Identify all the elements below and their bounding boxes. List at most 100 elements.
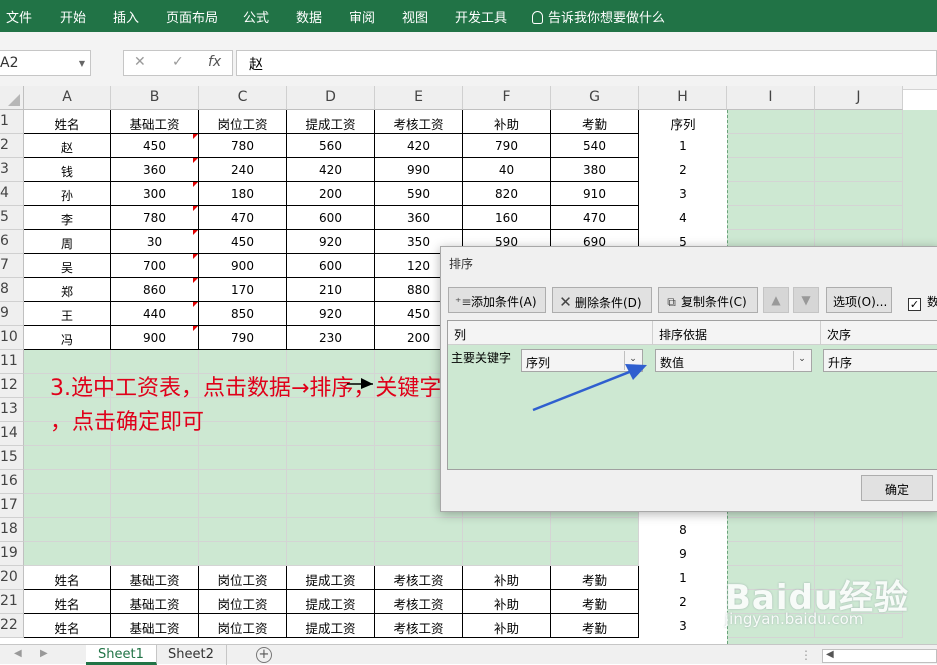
table-cell[interactable] xyxy=(727,110,815,134)
table-cell[interactable]: 450 xyxy=(199,230,287,254)
table-cell[interactable] xyxy=(111,542,199,566)
sequence-cell[interactable]: 2 xyxy=(639,158,727,182)
table-cell[interactable]: 基础工资 xyxy=(111,590,199,614)
table-cell[interactable] xyxy=(24,494,111,518)
tab-file[interactable]: 文件 xyxy=(6,7,32,26)
table-cell[interactable]: 考核工资 xyxy=(375,614,463,638)
table-cell[interactable]: 900 xyxy=(111,326,199,350)
table-cell[interactable]: 700 xyxy=(111,254,199,278)
table-cell[interactable]: 岗位工资 xyxy=(199,590,287,614)
sequence-cell[interactable]: 3 xyxy=(639,182,727,206)
table-cell[interactable]: 提成工资 xyxy=(287,566,375,590)
tab-insert[interactable]: 插入 xyxy=(113,7,139,26)
column-header-a[interactable]: A xyxy=(24,86,111,110)
table-cell[interactable] xyxy=(287,350,375,374)
table-cell[interactable] xyxy=(199,542,287,566)
enter-icon[interactable]: ✓ xyxy=(172,54,184,70)
tab-split-handle-icon[interactable]: ⋮ xyxy=(800,648,812,662)
table-cell[interactable]: 考勤 xyxy=(551,614,639,638)
column-header-b[interactable]: B xyxy=(111,86,199,110)
table-cell[interactable] xyxy=(111,446,199,470)
table-cell[interactable]: 920 xyxy=(287,302,375,326)
table-cell[interactable] xyxy=(111,470,199,494)
row-header[interactable]: 14 xyxy=(0,422,24,446)
table-cell[interactable]: 钱 xyxy=(24,158,111,182)
table-cell[interactable] xyxy=(287,518,375,542)
table-cell[interactable]: 920 xyxy=(287,230,375,254)
row-header[interactable]: 6 xyxy=(0,230,24,254)
table-cell[interactable]: 790 xyxy=(463,134,551,158)
table-cell[interactable]: 420 xyxy=(375,134,463,158)
sequence-cell[interactable]: 1 xyxy=(639,566,727,590)
tab-developer[interactable]: 开发工具 xyxy=(455,7,507,26)
table-cell[interactable]: 补助 xyxy=(463,566,551,590)
row-header[interactable]: 19 xyxy=(0,542,24,566)
table-cell[interactable] xyxy=(24,518,111,542)
row-header[interactable]: 16 xyxy=(0,470,24,494)
copy-level-button[interactable]: ⧉ 复制条件(C) xyxy=(658,287,758,313)
row-header[interactable]: 22 xyxy=(0,614,24,638)
table-cell[interactable]: 900 xyxy=(199,254,287,278)
sequence-cell[interactable]: 1 xyxy=(639,134,727,158)
cancel-icon[interactable]: ✕ xyxy=(134,54,146,70)
order-select[interactable]: 升序 xyxy=(823,349,937,372)
add-sheet-icon[interactable]: + xyxy=(256,647,272,663)
table-cell[interactable]: 440 xyxy=(111,302,199,326)
table-cell[interactable]: 岗位工资 xyxy=(199,566,287,590)
table-cell[interactable] xyxy=(727,134,815,158)
table-cell[interactable]: 790 xyxy=(199,326,287,350)
row-header[interactable]: 10 xyxy=(0,326,24,350)
headers-checkbox[interactable]: ✓ 数 xyxy=(908,293,937,311)
row-header[interactable]: 5 xyxy=(0,206,24,230)
table-cell[interactable] xyxy=(463,518,551,542)
table-cell[interactable] xyxy=(111,518,199,542)
table-cell[interactable]: 540 xyxy=(551,134,639,158)
table-cell[interactable]: 周 xyxy=(24,230,111,254)
table-cell[interactable]: 吴 xyxy=(24,254,111,278)
row-header[interactable]: 11 xyxy=(0,350,24,374)
table-cell[interactable] xyxy=(815,158,903,182)
table-cell[interactable]: 820 xyxy=(463,182,551,206)
select-all-corner[interactable] xyxy=(0,86,24,110)
row-header[interactable]: 3 xyxy=(0,158,24,182)
chevron-down-icon[interactable]: ⌄ xyxy=(793,351,810,370)
table-cell[interactable]: 990 xyxy=(375,158,463,182)
table-cell[interactable]: 补助 xyxy=(463,590,551,614)
sequence-header-cell[interactable]: 序列 xyxy=(639,110,727,134)
table-cell[interactable]: 560 xyxy=(287,134,375,158)
table-cell[interactable]: 补助 xyxy=(463,614,551,638)
scroll-left-icon[interactable]: ◀ xyxy=(826,649,834,660)
sheet-tab-1[interactable]: Sheet1 xyxy=(86,645,157,665)
next-sheet-icon[interactable]: ▶ xyxy=(40,648,48,659)
table-cell[interactable]: 600 xyxy=(287,206,375,230)
table-cell[interactable]: 600 xyxy=(287,254,375,278)
prev-sheet-icon[interactable]: ◀ xyxy=(14,648,22,659)
tab-review[interactable]: 审阅 xyxy=(349,7,375,26)
table-cell[interactable]: 850 xyxy=(199,302,287,326)
row-header[interactable]: 9 xyxy=(0,302,24,326)
table-cell[interactable]: 240 xyxy=(199,158,287,182)
table-cell[interactable] xyxy=(815,542,903,566)
table-cell[interactable]: 基础工资 xyxy=(111,566,199,590)
table-cell[interactable]: 考核工资 xyxy=(375,590,463,614)
table-cell[interactable]: 360 xyxy=(111,158,199,182)
horizontal-scrollbar[interactable]: ◀ xyxy=(822,649,937,663)
column-header-e[interactable]: E xyxy=(375,86,463,110)
table-cell[interactable]: 提成工资 xyxy=(287,590,375,614)
column-title-cell[interactable]: 补助 xyxy=(463,110,551,134)
table-cell[interactable]: 470 xyxy=(551,206,639,230)
tell-me-box[interactable]: 告诉我你想要做什么 xyxy=(532,7,665,26)
sheet-tab-2[interactable]: Sheet2 xyxy=(156,645,227,665)
table-cell[interactable]: 160 xyxy=(463,206,551,230)
table-cell[interactable] xyxy=(24,542,111,566)
tab-formulas[interactable]: 公式 xyxy=(243,7,269,26)
table-cell[interactable]: 590 xyxy=(375,182,463,206)
tab-page-layout[interactable]: 页面布局 xyxy=(166,7,218,26)
column-header-i[interactable]: I xyxy=(727,86,815,110)
table-cell[interactable] xyxy=(815,134,903,158)
row-header[interactable]: 17 xyxy=(0,494,24,518)
table-cell[interactable]: 780 xyxy=(199,134,287,158)
table-cell[interactable] xyxy=(815,206,903,230)
column-title-cell[interactable]: 基础工资 xyxy=(111,110,199,134)
formula-input[interactable]: 赵 xyxy=(236,50,937,76)
